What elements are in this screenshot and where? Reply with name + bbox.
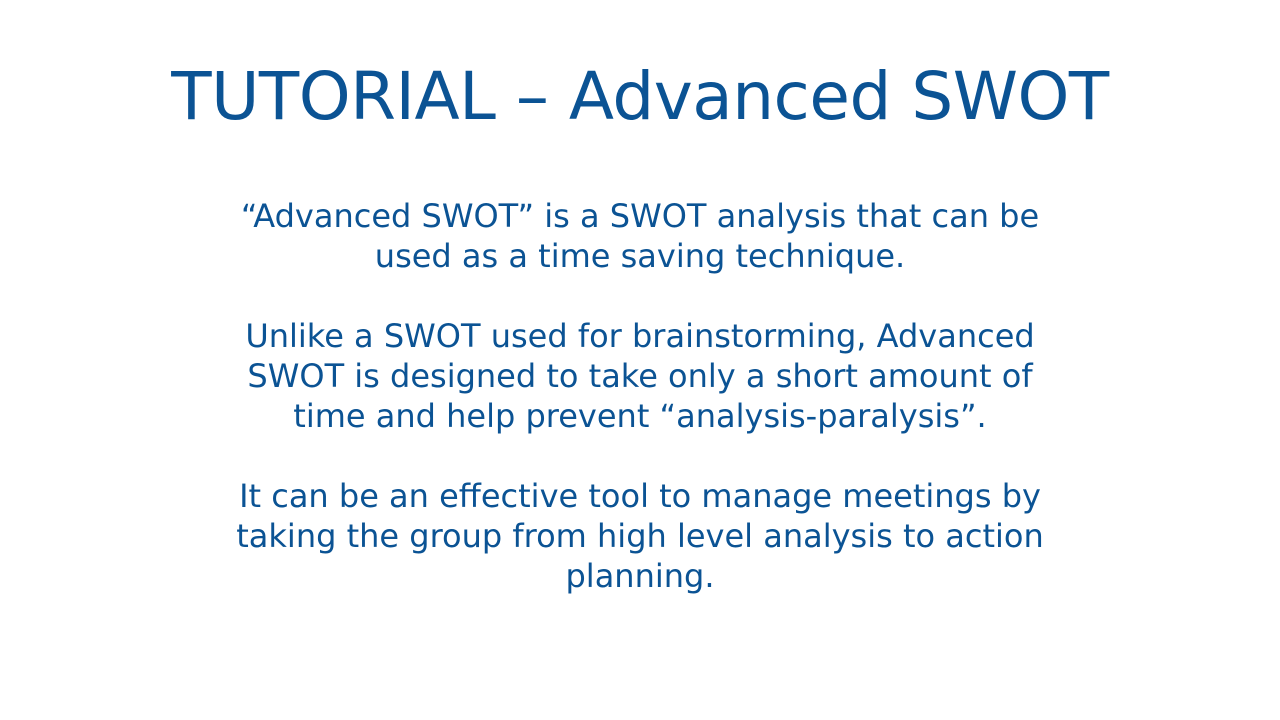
paragraph-line: “Advanced SWOT” is a SWOT analysis that … <box>240 197 1040 235</box>
slide-body: “Advanced SWOT” is a SWOT analysis that … <box>200 196 1080 596</box>
paragraph-line: Unlike a SWOT used for brainstorming, Ad… <box>245 317 1035 355</box>
slide: TUTORIAL – Advanced SWOT “Advanced SWOT”… <box>0 0 1280 720</box>
paragraph-line: taking the group from high level analysi… <box>236 517 1044 555</box>
paragraph-line: It can be an effective tool to manage me… <box>239 477 1041 515</box>
paragraph-line: planning. <box>565 557 715 595</box>
slide-title: TUTORIAL – Advanced SWOT <box>171 58 1109 135</box>
paragraph-comparison: Unlike a SWOT used for brainstorming, Ad… <box>200 316 1080 436</box>
paragraph-line: used as a time saving technique. <box>374 237 906 275</box>
paragraph-line: time and help prevent “analysis-paralysi… <box>293 397 987 435</box>
paragraph-benefit: It can be an effective tool to manage me… <box>200 476 1080 596</box>
paragraph-line: SWOT is designed to take only a short am… <box>247 357 1033 395</box>
paragraph-definition: “Advanced SWOT” is a SWOT analysis that … <box>200 196 1080 276</box>
